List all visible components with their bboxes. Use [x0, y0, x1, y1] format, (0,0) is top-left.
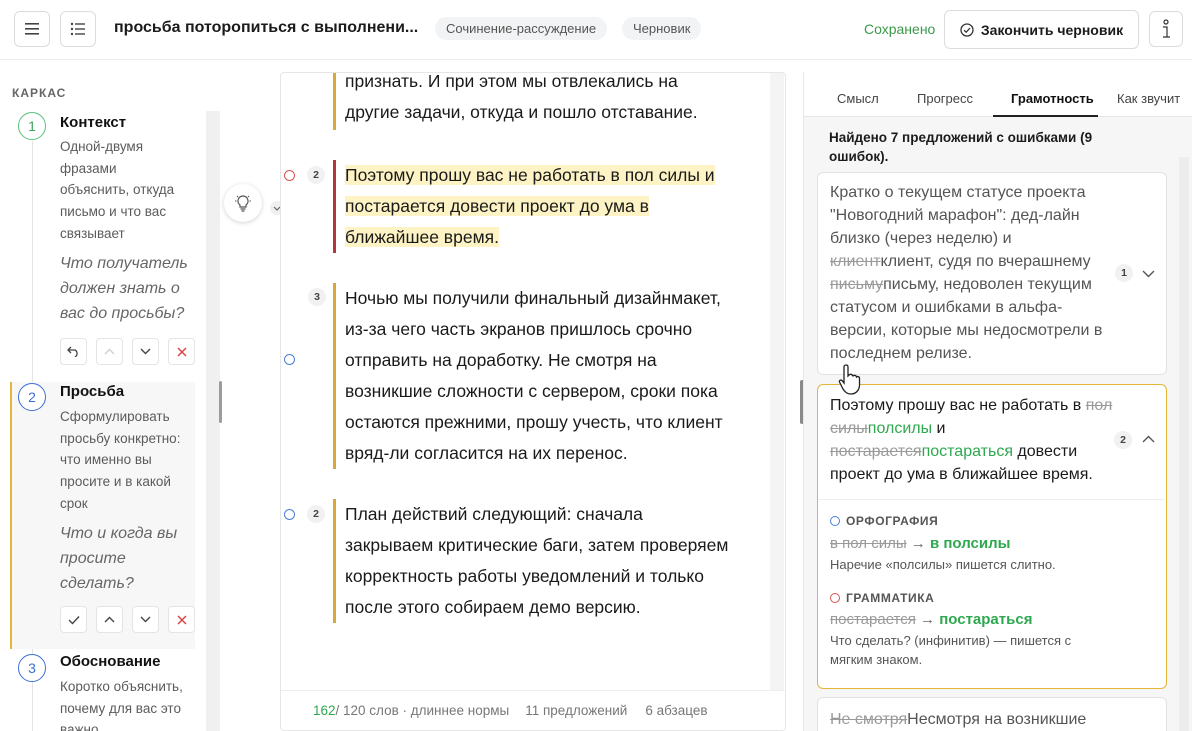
- error-card-expanded[interactable]: Поэтому прошу вас не работать в пол силы…: [817, 384, 1167, 689]
- spelling-dot-icon: [830, 516, 840, 526]
- step-title[interactable]: Просьба: [60, 383, 124, 400]
- chevron-down-icon[interactable]: [1142, 270, 1155, 278]
- hand-cursor-icon: [838, 364, 861, 395]
- info-button[interactable]: [1149, 11, 1183, 47]
- tab-progress[interactable]: Прогресс: [917, 91, 973, 106]
- step-number[interactable]: 2: [18, 383, 46, 411]
- undo-button[interactable]: [60, 338, 87, 365]
- paragraph-marker[interactable]: 2: [284, 505, 325, 523]
- genre-chip[interactable]: Сочинение-рассуждение: [435, 17, 608, 40]
- panel-scrollbar[interactable]: [1179, 157, 1189, 731]
- outline-toggle-button[interactable]: [60, 11, 96, 47]
- issue-correction[interactable]: в пол силы → в полсилы: [830, 535, 1010, 552]
- status-chip[interactable]: Черновик: [622, 17, 702, 40]
- active-tab-indicator: [993, 115, 1098, 117]
- paragraph-marker[interactable]: 2: [284, 166, 325, 184]
- sentence-text: Поэтому прошу вас не работать в пол силы…: [830, 397, 1113, 483]
- word-limit: / 120 слов · длиннее нормы: [335, 703, 510, 718]
- chevron-up-icon: [104, 616, 115, 623]
- paragraph[interactable]: признать. И при этом мы отвлекались на д…: [333, 73, 733, 130]
- paragraph-marker[interactable]: 3: [308, 288, 326, 306]
- step-description: Коротко объяснить, почему для вас это ва…: [60, 679, 183, 731]
- outline-label: КАРКАС: [12, 86, 67, 100]
- sentence-text: Кратко о текущем статусе проекта "Нового…: [830, 184, 1103, 362]
- step-controls: [60, 338, 195, 365]
- undo-icon: [67, 346, 78, 357]
- chevron-up-icon: [104, 348, 115, 355]
- move-down-button[interactable]: [132, 606, 159, 633]
- error-dot[interactable]: [284, 354, 295, 365]
- top-bar: просьба поторопиться с выполнени... Сочи…: [0, 0, 1192, 60]
- error-card[interactable]: Не смотряНесмотря на возникшие: [817, 697, 1167, 731]
- paragraph[interactable]: Ночью мы получили финальный дизайнмакет,…: [333, 283, 733, 469]
- paragraph-count: 6 абзацев: [645, 703, 708, 718]
- paragraph[interactable]: План действий следующий: сначала закрыва…: [333, 499, 733, 623]
- step-number[interactable]: 1: [18, 112, 46, 140]
- paragraph-active[interactable]: Поэтому прошу вас не работать в пол силы…: [333, 160, 733, 253]
- step-controls: [60, 606, 195, 633]
- error-count-badge: 2: [1114, 431, 1132, 449]
- chevron-up-icon[interactable]: [1142, 435, 1155, 443]
- divider: [818, 499, 1165, 500]
- error-count-badge: 2: [307, 505, 325, 523]
- word-count: 162: [313, 703, 336, 718]
- step-title[interactable]: Обоснование: [60, 653, 160, 670]
- move-up-button[interactable]: [96, 606, 123, 633]
- move-up-button[interactable]: [96, 338, 123, 365]
- check-circle-icon: [960, 22, 974, 37]
- tab-grammar[interactable]: Грамотность: [1011, 91, 1094, 106]
- tab-meaning[interactable]: Смысл: [837, 91, 879, 106]
- list-icon: [70, 22, 85, 36]
- lightbulb-icon: [235, 195, 251, 212]
- issue-note: Что сделать? (инфинитив) — пишется с мяг…: [830, 633, 1072, 667]
- finish-draft-label: Закончить черновик: [980, 21, 1124, 38]
- outline-scrollbar[interactable]: [206, 111, 220, 731]
- step-description: Сформулировать просьбу конкретно: что им…: [60, 409, 181, 511]
- issue-type: ОРФОГРАФИЯ: [830, 514, 938, 528]
- error-count-badge: 3: [308, 288, 326, 306]
- step-question: Что получатель должен знать о вас до про…: [60, 255, 188, 322]
- step-title[interactable]: Контекст: [60, 114, 126, 131]
- grammar-dot-icon: [830, 593, 840, 603]
- issue-type: ГРАММАТИКА: [830, 591, 934, 605]
- step-question: Что и когда вы просите сделать?: [60, 525, 178, 592]
- hamburger-icon: [25, 23, 39, 35]
- error-count-badge: 1: [1115, 264, 1133, 282]
- step-number[interactable]: 3: [18, 654, 46, 682]
- sentence-text: Не смотряНесмотря на возникшие: [830, 711, 1087, 728]
- tab-tone[interactable]: Как звучит: [1117, 91, 1180, 106]
- chevron-down-icon: [140, 616, 151, 623]
- errors-summary: Найдено 7 предложений с ошибками (9 ошиб…: [829, 130, 1093, 164]
- info-icon: [1163, 19, 1170, 38]
- suggestion-button[interactable]: [224, 184, 262, 222]
- error-dot: [284, 169, 295, 181]
- close-icon: [176, 346, 187, 357]
- chevron-down-icon: [140, 348, 151, 355]
- step-description: Одной-двумя фразами объяснить, откуда пи…: [60, 139, 175, 241]
- highlighted-sentence[interactable]: Поэтому прошу вас не работать в пол силы…: [345, 165, 715, 247]
- editor-scrollbar[interactable]: [770, 73, 784, 691]
- outline-panel: КАРКАС 1 Контекст Одной-двумя фразами об…: [0, 61, 222, 731]
- issue-note: Наречие «полсилы» пишется слитно.: [830, 557, 1056, 572]
- delete-button[interactable]: [168, 606, 195, 633]
- error-card[interactable]: Кратко о текущем статусе проекта "Нового…: [817, 172, 1167, 375]
- error-dot: [284, 508, 295, 520]
- close-icon: [176, 614, 187, 625]
- text-editor[interactable]: признать. И при этом мы отвлекались на д…: [280, 72, 786, 731]
- editor-stats: 162 / 120 слов · длиннее нормы 11 предло…: [281, 690, 785, 730]
- panel-tabs: Смысл Прогресс Грамотность Как звучит: [804, 72, 1192, 117]
- outline-scroll-thumb[interactable]: [219, 381, 222, 423]
- saved-status: Сохранено: [864, 21, 936, 37]
- check-icon: [68, 615, 80, 625]
- issue-correction[interactable]: постарается → постараться: [830, 611, 1032, 628]
- move-down-button[interactable]: [132, 338, 159, 365]
- sentence-count: 11 предложений: [525, 703, 628, 718]
- delete-button[interactable]: [168, 338, 195, 365]
- finish-draft-button[interactable]: Закончить черновик: [944, 10, 1139, 49]
- grammar-panel: Смысл Прогресс Грамотность Как звучит На…: [803, 72, 1192, 731]
- accept-button[interactable]: [60, 606, 87, 633]
- document-title[interactable]: просьба поторопиться с выполнени...: [114, 19, 419, 37]
- menu-button[interactable]: [14, 11, 50, 47]
- error-count-badge: 2: [307, 166, 325, 184]
